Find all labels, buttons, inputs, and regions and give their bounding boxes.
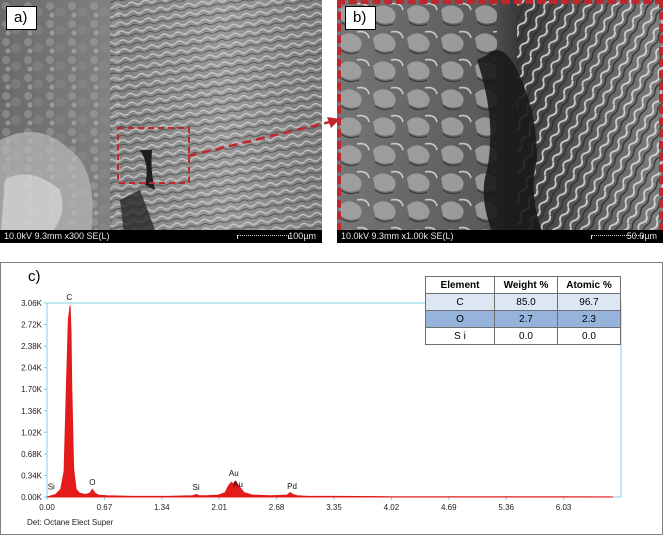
x-tick-label: 5.36 [498, 503, 514, 512]
x-tick-label: 4.69 [441, 503, 457, 512]
composition-table: Element Weight % Atomic % C 85.0 96.7 O … [425, 276, 621, 345]
detector-label: Det: Octane Elect Super [27, 518, 114, 527]
cell-element: S i [425, 327, 495, 345]
header-atomic: Atomic % [557, 276, 621, 294]
table-header-row: Element Weight % Atomic % [425, 276, 621, 294]
cell-atomic: 96.7 [557, 293, 621, 311]
y-tick-label: 1.02K [21, 428, 43, 437]
x-tick-label: 3.35 [326, 503, 342, 512]
panel-b-label: b) [345, 6, 377, 30]
peak-label: Au [229, 469, 239, 478]
scale-bar-a [237, 235, 289, 239]
sem-info-b: 10.0kV 9.3mm x1.00k SE(L) [341, 231, 454, 241]
x-tick-label: 0.00 [39, 503, 55, 512]
sem-info-bar-a: 10.0kV 9.3mm x300 SE(L) 100µm [0, 230, 322, 243]
y-tick-label: 1.36K [21, 407, 43, 416]
peak-label: Pd [287, 482, 297, 491]
y-tick-label: 2.38K [21, 342, 43, 351]
x-tick-label: 2.01 [211, 503, 227, 512]
x-tick-label: 6.03 [556, 503, 572, 512]
peak-label: O [89, 478, 95, 487]
cell-element: O [425, 310, 495, 328]
header-element: Element [425, 276, 495, 294]
sem-info-bar-b: 10.0kV 9.3mm x1.00k SE(L) 50.0µm [337, 230, 663, 243]
cell-atomic: 0.0 [557, 327, 621, 345]
peak-label: C [66, 293, 72, 302]
table-row: C 85.0 96.7 [425, 293, 621, 311]
peak-label: Si [193, 483, 200, 492]
cell-element: C [425, 293, 495, 311]
y-tick-label: 2.72K [21, 321, 43, 330]
cell-weight: 0.0 [494, 327, 558, 345]
x-tick-label: 4.02 [384, 503, 400, 512]
scale-label-a: 100µm [288, 231, 316, 241]
y-tick-label: 0.34K [21, 471, 43, 480]
peak-label: Si [48, 483, 55, 492]
x-tick-label: 2.68 [269, 503, 285, 512]
y-tick-label: 0.00K [21, 493, 43, 502]
y-tick-label: 3.06K [21, 299, 43, 308]
cell-weight: 85.0 [494, 293, 558, 311]
peak-label: Au [233, 480, 243, 489]
table-row: S i 0.0 0.0 [425, 327, 621, 345]
x-tick-label: 0.67 [97, 503, 113, 512]
table-row: O 2.7 2.3 [425, 310, 621, 328]
eds-panel: c) 0.00K 0.34K 0.68K 1.02K 1.36K 1.70K 2.04K 2.… [0, 262, 663, 535]
zoom-connector-arrow [187, 117, 340, 158]
y-tick-label: 1.70K [21, 385, 43, 394]
y-tick-label: 0.68K [21, 450, 43, 459]
sem-image-b: b) 10.0kV 9.3mm x1.00k SE(L) 50.0µm [337, 0, 663, 243]
x-tick-label: 1.34 [154, 503, 170, 512]
sem-texture-b [337, 0, 663, 243]
header-weight: Weight % [494, 276, 558, 294]
cell-atomic: 2.3 [557, 310, 621, 328]
scale-label-b: 50.0µm [626, 231, 657, 241]
cell-weight: 2.7 [494, 310, 558, 328]
panel-a-label: a) [6, 6, 38, 30]
sem-info-a: 10.0kV 9.3mm x300 SE(L) [4, 231, 110, 241]
y-tick-label: 2.04K [21, 364, 43, 373]
